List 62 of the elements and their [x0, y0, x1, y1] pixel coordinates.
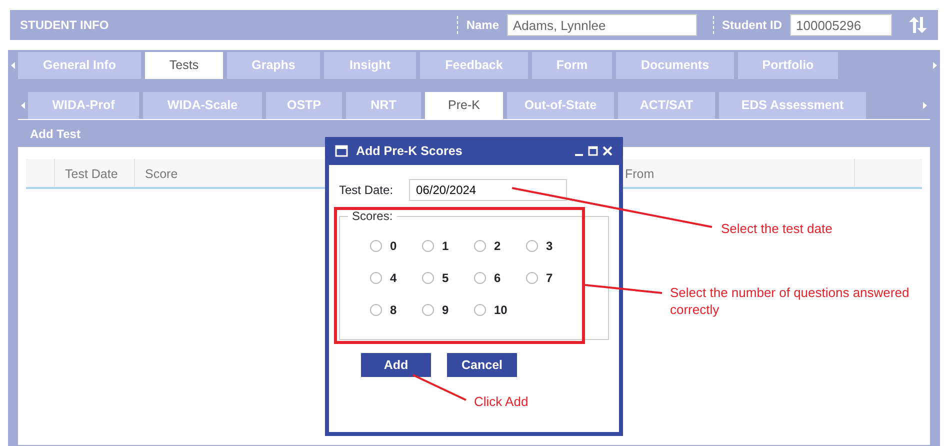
radio-button[interactable]	[474, 240, 486, 252]
tab[interactable]: Portfolio	[738, 52, 838, 79]
column-header: Test Date	[54, 159, 134, 187]
radio-label: 3	[546, 238, 553, 255]
tab[interactable]: Insight	[324, 52, 416, 79]
student-id-label: Student ID	[722, 17, 782, 34]
radio-label: 9	[442, 302, 449, 319]
tab[interactable]: Feedback	[420, 52, 528, 79]
radio-label: 5	[442, 270, 449, 287]
tab[interactable]: Form	[532, 52, 612, 79]
cancel-button[interactable]: Cancel	[447, 353, 517, 377]
panel-title: Add Test	[30, 126, 80, 142]
radio-button[interactable]	[370, 240, 382, 252]
header-title: STUDENT INFO	[20, 17, 109, 34]
close-icon[interactable]	[602, 145, 613, 157]
radio-label: 2	[494, 238, 501, 255]
tab[interactable]: EDS Assessment	[719, 92, 866, 119]
radio-button[interactable]	[422, 304, 434, 316]
radio-label: 1	[442, 238, 449, 255]
tab[interactable]: ACT/SAT	[618, 92, 715, 119]
scroll-left-icon[interactable]	[21, 102, 25, 109]
radio-button[interactable]	[526, 272, 538, 284]
window-icon	[335, 145, 348, 157]
tab[interactable]: Documents	[616, 52, 734, 79]
scroll-right-icon[interactable]	[933, 62, 937, 69]
scores-legend: Scores:	[348, 207, 397, 225]
tab[interactable]: WIDA-Scale	[143, 92, 262, 119]
tab[interactable]: Tests	[145, 52, 223, 79]
radio-button[interactable]	[370, 304, 382, 316]
radio-label: 7	[546, 270, 553, 287]
radio-button[interactable]	[370, 272, 382, 284]
tab[interactable]: WIDA-Prof	[28, 92, 139, 119]
student-id-field[interactable]: 100005296	[790, 14, 892, 36]
annotation-text: Click Add	[474, 393, 530, 410]
tab[interactable]: Graphs	[227, 52, 320, 79]
maximize-icon[interactable]	[588, 145, 598, 157]
radio-button[interactable]	[474, 272, 486, 284]
dialog-title: Add Pre-K Scores	[356, 142, 462, 160]
scroll-right-icon[interactable]	[923, 102, 927, 109]
annotation-text: Select the test date	[721, 220, 834, 237]
radio-button[interactable]	[422, 272, 434, 284]
tab[interactable]: Pre-K	[425, 92, 503, 119]
tab[interactable]: General Info	[18, 52, 141, 79]
radio-label: 10	[494, 302, 508, 319]
annotation-text: Select the number of questions answered correctly	[670, 284, 910, 318]
radio-label: 6	[494, 270, 501, 287]
swap-icon[interactable]	[908, 16, 928, 34]
radio-button[interactable]	[526, 240, 538, 252]
name-field[interactable]: Adams, Lynnlee	[507, 14, 697, 36]
add-button[interactable]: Add	[361, 353, 431, 377]
name-label: Name	[466, 17, 499, 34]
leader-line	[412, 374, 466, 401]
tab[interactable]: OSTP	[266, 92, 342, 119]
tab[interactable]: NRT	[346, 92, 421, 119]
tab[interactable]: Out-of-State	[507, 92, 614, 119]
radio-button[interactable]	[422, 240, 434, 252]
radio-button[interactable]	[474, 304, 486, 316]
radio-label: 0	[390, 238, 397, 255]
test-date-field[interactable]: 06/20/2024	[409, 179, 568, 201]
radio-label: 4	[390, 270, 397, 287]
radio-label: 8	[390, 302, 397, 319]
scroll-left-icon[interactable]	[11, 62, 15, 69]
